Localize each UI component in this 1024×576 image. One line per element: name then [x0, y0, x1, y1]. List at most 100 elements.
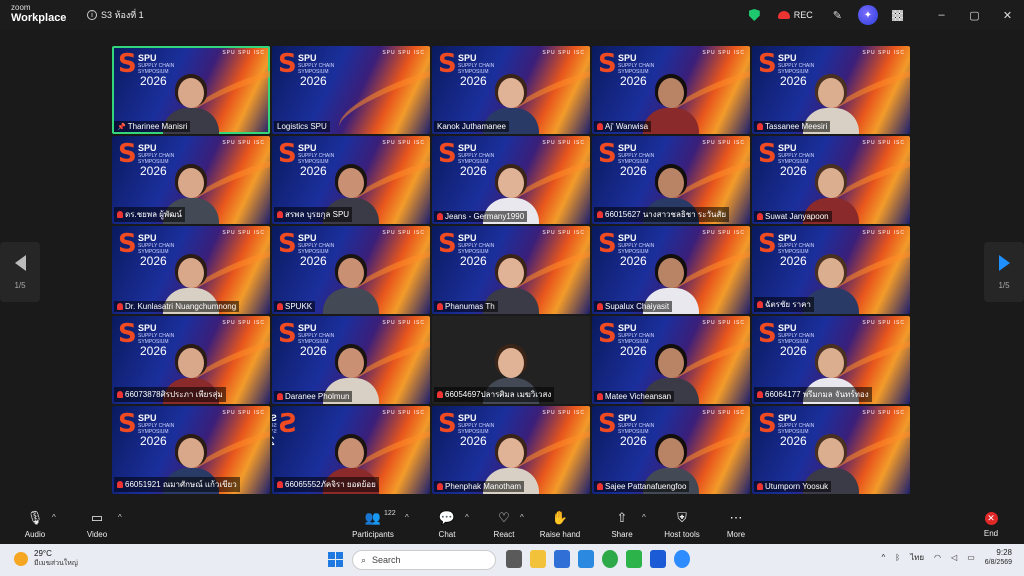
recording-indicator[interactable]: REC — [777, 10, 813, 20]
task-view-icon[interactable] — [506, 550, 522, 568]
participant-name-label: Aj' Wanwisa — [594, 121, 652, 132]
participant-tile[interactable]: SSPUSUPPLY CHAIN SYMPOSIUM2026 SPU SPU IS… — [432, 226, 590, 314]
weather-desc: มีเมฆส่วนใหญ่ — [34, 560, 78, 567]
raise-hand-button[interactable]: ✋ Raise hand — [530, 510, 590, 539]
logo-text: SPU — [778, 323, 797, 333]
participant-face — [658, 168, 684, 198]
logo-year: 2026 — [780, 164, 807, 178]
input-language[interactable]: ไทย — [910, 551, 924, 564]
participant-tile[interactable]: 66054697ปลารศิมล เมฆวิเวสง — [432, 316, 590, 404]
host-tools-button[interactable]: ⛨ Host tools — [652, 510, 712, 539]
sponsor-logos: SPU SPU ISC — [382, 140, 425, 146]
chat-options-caret[interactable]: ^ — [465, 513, 469, 522]
participant-name-label: 66064177 พรีมกมล จันทร์ทอง — [754, 387, 872, 402]
logo-text: SPU — [458, 233, 477, 243]
participant-tile[interactable]: SSPUSUPPLY CHAIN SYMPOSIUM2026 SPU SPU IS… — [112, 46, 270, 134]
store-icon[interactable] — [554, 550, 570, 568]
audio-options-caret[interactable]: ^ — [52, 513, 56, 522]
word-icon[interactable] — [650, 550, 666, 568]
logo-year: 2026 — [272, 434, 275, 448]
participant-tile[interactable]: SSPUSUPPLY CHAIN SYMPOSIUM2026 SPU SPU IS… — [752, 406, 910, 494]
participant-tile[interactable]: SSPUSUPPLY CHAIN SYMPOSIUM2026 SPU SPU IS… — [272, 406, 430, 494]
participant-tile[interactable]: SSPUSUPPLY CHAIN SYMPOSIUM2026 SPU SPU IS… — [272, 316, 430, 404]
sponsor-logos: SPU SPU ISC — [702, 50, 745, 56]
video-options-caret[interactable]: ^ — [118, 513, 122, 522]
participant-name-label: Tassanee Meesiri — [754, 121, 831, 132]
participant-name-label: 66054697ปลารศิมล เมฆวิเวสง — [434, 387, 555, 402]
mic-muted-icon — [117, 481, 123, 488]
line-icon[interactable] — [626, 550, 642, 568]
end-meeting-button[interactable]: ✕ End — [961, 510, 1021, 538]
participant-tile[interactable]: SSPUSUPPLY CHAIN SYMPOSIUM2026 SPU SPU IS… — [432, 136, 590, 224]
more-button[interactable]: ⋯ More — [706, 510, 766, 539]
logo-letter: S — [278, 409, 297, 439]
share-options-caret[interactable]: ^ — [642, 513, 646, 522]
video-stage: 1/5 S SPU SUPPLY CHAIN SYMPOSIUM 2026 SPU SP… — [0, 30, 1024, 504]
clock[interactable]: 9:28 6/8/2569 — [985, 548, 1012, 567]
file-explorer-icon[interactable] — [530, 550, 546, 568]
participant-tile[interactable]: SSPUSUPPLY CHAIN SYMPOSIUM2026 SPU SPU IS… — [432, 406, 590, 494]
participant-tile[interactable]: SSPUSUPPLY CHAIN SYMPOSIUM2026 SPU SPU IS… — [112, 316, 270, 404]
participant-name: 66054697ปลารศิมล เมฆวิเวสง — [445, 390, 552, 399]
participant-tile[interactable]: SSPUSUPPLY CHAIN SYMPOSIUM2026 SPU SPU IS… — [112, 226, 270, 314]
minimize-button[interactable]: – — [925, 9, 958, 21]
participants-options-caret[interactable]: ^ — [405, 513, 409, 522]
participant-tile[interactable]: SSPUSUPPLY CHAIN SYMPOSIUM2026 SPU SPU IS… — [752, 46, 910, 134]
mic-muted-icon — [277, 303, 283, 310]
audio-button[interactable]: 🎙 Audio — [5, 510, 65, 539]
security-shield-icon[interactable] — [748, 9, 760, 21]
prev-page-button[interactable]: 1/5 — [0, 242, 40, 302]
participant-name-label: Supalux Chaiyasit — [594, 301, 673, 312]
logo-year: 2026 — [620, 164, 647, 178]
symposium-logo: SSPUSUPPLY CHAIN SYMPOSIUM2026 — [278, 231, 334, 267]
zoom-app-icon[interactable] — [674, 550, 690, 568]
chrome-icon[interactable] — [602, 550, 618, 568]
participant-tile[interactable]: SSPUSUPPLY CHAIN SYMPOSIUM2026 SPU SPU IS… — [592, 226, 750, 314]
sponsor-logos: SPU SPU ISC — [382, 230, 425, 236]
windows-start-icon[interactable] — [328, 552, 343, 567]
taskbar-search[interactable]: ⌕ Search — [352, 550, 496, 570]
participant-tile[interactable]: SSPUSUPPLY CHAIN SYMPOSIUM2026 SPU SPU IS… — [112, 406, 270, 494]
symposium-logo: SSPUSUPPLY CHAIN SYMPOSIUM2026 — [438, 51, 494, 87]
participant-name: Tassanee Meesiri — [765, 122, 828, 131]
meeting-toolbar: 🎙 Audio ^ ▭ Video ^ 👥 Participants 122 ^… — [0, 504, 1024, 544]
mic-muted-icon — [597, 303, 603, 310]
participant-tile[interactable]: SSPUSUPPLY CHAIN SYMPOSIUM2026 SPU SPU IS… — [592, 46, 750, 134]
participant-name: Sajee Pattanafuengfoo — [605, 482, 687, 491]
participant-tile[interactable]: SSPUSUPPLY CHAIN SYMPOSIUM2026 SPU SPU IS… — [272, 136, 430, 224]
participant-tile[interactable]: SSPUSUPPLY CHAIN SYMPOSIUM2026 SPU SPU IS… — [752, 316, 910, 404]
participant-video — [323, 248, 379, 314]
wifi-icon[interactable]: ◠ — [934, 553, 941, 562]
ai-companion-icon[interactable]: ✦ — [858, 5, 878, 25]
sponsor-logos: SPU SPU ISC — [862, 140, 905, 146]
participant-tile[interactable]: SSPUSUPPLY CHAIN SYMPOSIUM2026 SPU SPU IS… — [272, 226, 430, 314]
logo-year: 2026 — [780, 254, 807, 268]
close-button[interactable]: ✕ — [991, 9, 1024, 22]
participant-face — [818, 348, 844, 378]
participant-tile[interactable]: SSPUSUPPLY CHAIN SYMPOSIUM2026 SPU SPU IS… — [592, 136, 750, 224]
participant-tile[interactable]: SSPUSUPPLY CHAIN SYMPOSIUM2026 SPU SPU IS… — [592, 406, 750, 494]
next-page-button[interactable]: 1/5 — [984, 242, 1024, 302]
logo-text: SPU — [778, 53, 797, 63]
participant-tile[interactable]: SSPUSUPPLY CHAIN SYMPOSIUM2026 SPU SPU IS… — [592, 316, 750, 404]
info-icon[interactable]: i — [87, 10, 97, 20]
participant-tile[interactable]: SSPUSUPPLY CHAIN SYMPOSIUM2026 SPU SPU IS… — [272, 46, 430, 134]
participant-name-label: Phanumas Th — [434, 301, 498, 312]
battery-icon[interactable]: ▭ — [967, 553, 975, 562]
magic-wand-icon[interactable]: ✎ — [833, 9, 842, 22]
meeting-info[interactable]: i S3 ห้องที่ 1 — [87, 8, 144, 22]
participant-tile[interactable]: SSPUSUPPLY CHAIN SYMPOSIUM2026 SPU SPU IS… — [112, 136, 270, 224]
weather-widget[interactable]: 29°C มีเมฆส่วนใหญ่ — [14, 549, 78, 569]
participant-tile[interactable]: SSPUSUPPLY CHAIN SYMPOSIUM2026 SPU SPU IS… — [752, 226, 910, 314]
react-options-caret[interactable]: ^ — [520, 513, 524, 522]
bluetooth-icon[interactable]: ᛒ — [895, 553, 900, 562]
react-button[interactable]: ♡ React — [474, 510, 534, 539]
restore-button[interactable]: ▢ — [958, 9, 991, 22]
chevron-up-icon[interactable]: ^ — [881, 553, 885, 562]
apps-grid-icon[interactable] — [892, 9, 903, 21]
participant-tile[interactable]: SSPUSUPPLY CHAIN SYMPOSIUM2026 SPU SPU IS… — [752, 136, 910, 224]
participant-tile[interactable]: SSPUSUPPLY CHAIN SYMPOSIUM2026 SPU SPU IS… — [432, 46, 590, 134]
volume-icon[interactable]: ◁ — [951, 553, 957, 562]
mic-muted-icon — [597, 211, 603, 218]
outlook-icon[interactable] — [578, 550, 594, 568]
